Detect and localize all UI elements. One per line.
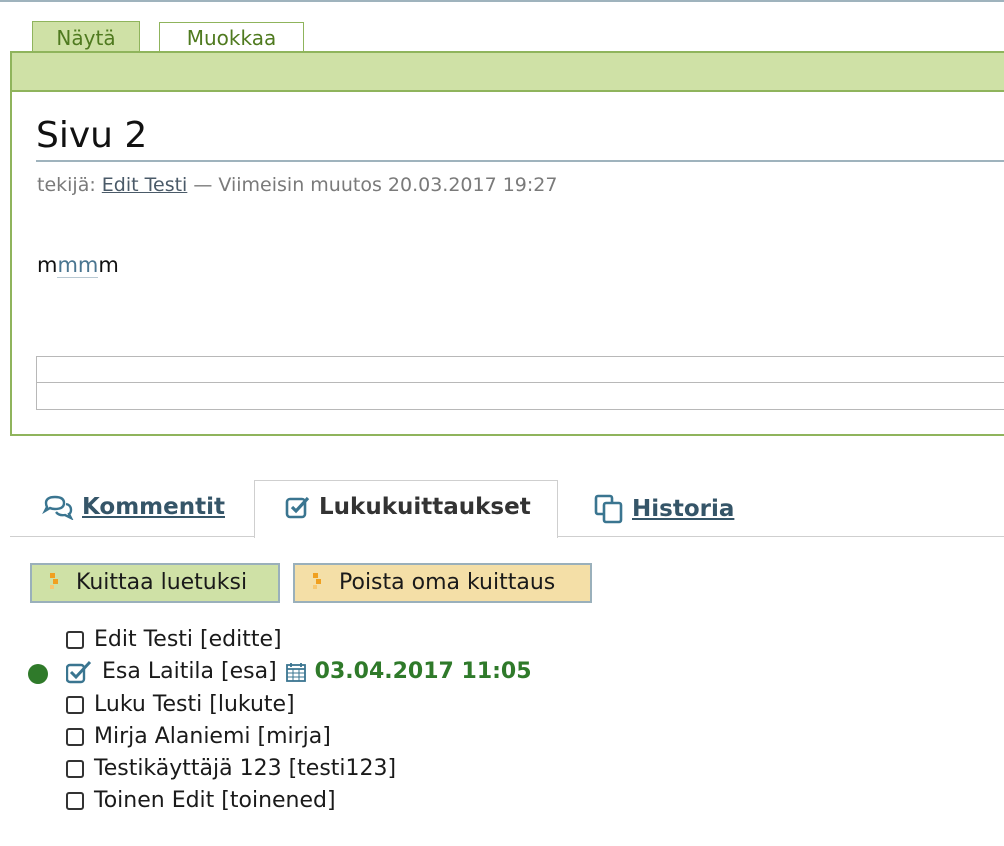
tab-edit[interactable]: Muokkaa: [159, 22, 304, 52]
top-rule: [0, 0, 1004, 2]
check-square-icon: [66, 660, 92, 684]
body-text-start: m: [37, 253, 58, 277]
tab-history-label: Historia: [632, 496, 735, 522]
calendar-icon: [285, 663, 306, 682]
reader-name: Toinen Edit [toinened]: [94, 788, 336, 813]
tab-history[interactable]: Historia: [594, 494, 734, 524]
empty-table: [36, 356, 1004, 410]
reader-name: Edit Testi [editte]: [94, 627, 282, 652]
author-link[interactable]: Edit Testi: [102, 174, 188, 196]
unchecked-checkbox-icon: [66, 792, 84, 810]
ack-read-label: Kuittaa luetuksi: [76, 570, 248, 595]
remove-ack-label: Poista oma kuittaus: [339, 570, 556, 595]
reader-name: Testikäyttäjä 123 [testi123]: [94, 756, 397, 781]
reader-name: Luku Testi [lukute]: [94, 692, 295, 717]
read-status-dot: [28, 664, 48, 684]
unchecked-checkbox-icon: [66, 728, 84, 746]
read-timestamp: 03.04.2017 11:05: [314, 659, 532, 684]
reader-name: Esa Laitila [esa]: [102, 659, 277, 684]
tab-comments-label: Kommentit: [82, 494, 225, 520]
body-text-end: m: [98, 253, 119, 277]
unchecked-checkbox-icon: [66, 631, 84, 649]
reader-name: Mirja Alaniemi [mirja]: [94, 724, 331, 749]
tab-comments[interactable]: Kommentit: [42, 494, 225, 520]
unchecked-checkbox-icon: [66, 760, 84, 778]
tag-icon: [313, 573, 321, 589]
page-title: Sivu 2: [36, 112, 1004, 162]
tag-icon: [50, 573, 58, 589]
copy-icon: [594, 494, 623, 524]
check-square-icon: [285, 496, 310, 519]
tab-view[interactable]: Näytä: [32, 21, 140, 53]
page-body: mmmm: [37, 253, 119, 278]
list-item: Testikäyttäjä 123 [testi123]: [66, 755, 396, 783]
list-item: Mirja Alaniemi [mirja]: [66, 723, 331, 751]
byline-prefix: tekijä:: [37, 174, 96, 196]
remove-ack-button[interactable]: Poista oma kuittaus: [293, 563, 592, 603]
byline-modified: — Viimeisin muutos 20.03.2017 19:27: [193, 174, 558, 196]
list-item: Esa Laitila [esa] 03.04.2017 11:05: [66, 658, 532, 686]
tab-receipts[interactable]: Lukukuittaukset: [285, 494, 531, 520]
ack-read-button[interactable]: Kuittaa luetuksi: [30, 563, 280, 603]
unchecked-checkbox-icon: [66, 696, 84, 714]
tab-receipts-label: Lukukuittaukset: [319, 494, 531, 520]
content-header-band: [12, 53, 1004, 92]
page-byline: tekijä: Edit Testi — Viimeisin muutos 20…: [37, 174, 557, 196]
body-marked-text: mm: [57, 253, 99, 278]
list-item: Luku Testi [lukute]: [66, 691, 295, 719]
list-item: Toinen Edit [toinened]: [66, 787, 336, 815]
comments-icon: [42, 495, 74, 520]
list-item: Edit Testi [editte]: [66, 626, 282, 654]
